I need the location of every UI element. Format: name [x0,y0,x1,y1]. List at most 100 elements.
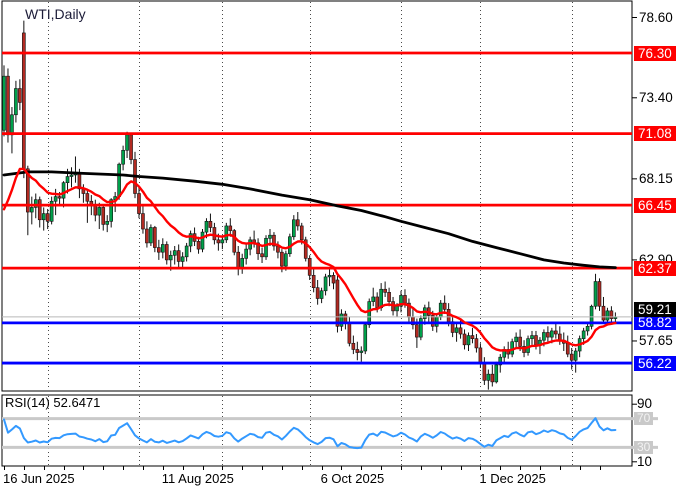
candle-body [403,295,406,303]
candle-body [495,365,498,382]
candle-body [546,332,549,337]
candle-body [316,288,319,299]
candle-body [328,275,331,277]
candle-body [574,351,577,360]
candle-body [296,220,299,226]
candle-body [205,221,208,232]
candle-body [185,246,188,257]
chart-window: WTI,Daily RSI(14) 52.6471 78.6073.4068.1… [0,0,700,500]
candle-body [213,227,216,239]
candle-body [268,235,271,238]
candle-body [360,351,363,353]
candle-body [602,306,605,320]
price-chart-canvas[interactable] [0,0,700,500]
current-price-label: 59.21 [634,302,676,317]
candle-body [487,374,490,380]
candle-body [320,291,323,299]
time-axis-date-label: 1 Dec 2025 [479,471,546,486]
candle-body [324,277,327,291]
candle-body [594,282,597,307]
candle-body [141,214,144,229]
candle-body [531,336,534,339]
candle-body [598,282,601,307]
candle-body [225,226,228,240]
candle-body [332,275,335,283]
candle-body [18,89,21,103]
candle-body [70,175,73,177]
candle-body [30,207,33,212]
candle-body [570,354,573,360]
resistance-level-label-66.45: 66.45 [634,198,676,213]
candle-body [475,339,478,348]
candle-body [10,115,13,135]
candle-body [515,337,518,342]
candle-body [42,214,45,220]
candle-body [471,336,474,339]
candle-body [209,221,212,227]
candle-body [161,244,164,252]
support-level-label-58.82: 58.82 [634,315,676,330]
candle-body [558,334,561,340]
candle-body [66,177,69,183]
candle-body [38,200,41,220]
price-axis-tick-label: 68.15 [639,171,673,187]
candle-body [3,76,6,130]
candle-body [356,349,359,352]
candle-body [606,311,609,320]
resistance-level-label-62.37: 62.37 [634,261,676,276]
candle-body [201,232,204,249]
candle-body [62,183,65,198]
candle-body [6,76,9,135]
candle-body [217,240,220,243]
price-axis-tick-label: 78.60 [639,10,673,26]
candle-body [527,339,530,353]
candle-body [554,331,557,334]
candle-body [54,197,57,202]
support-level-label-56.22: 56.22 [634,356,676,371]
candle-body [511,342,514,354]
candle-body [582,331,585,339]
candle-body [126,135,129,150]
candle-body [300,226,303,240]
candle-body [550,331,553,337]
rsi-line[interactable] [4,418,615,448]
candle-body [165,244,168,259]
candle-body [122,150,125,164]
candle-body [348,323,351,343]
rsi-level-label-70: 70 [634,412,653,425]
candle-body [340,314,343,326]
candle-body [58,197,61,199]
candle-body [336,280,339,326]
rsi-level-label-30: 30 [634,441,653,454]
candle-body [197,241,200,249]
candle-body [118,164,121,196]
candle-body [98,207,101,215]
time-axis-date-label: 6 Oct 2025 [321,471,385,486]
candle-body [153,227,156,247]
candle-body [237,252,240,269]
candle-body [459,328,462,334]
candle-body [284,254,287,266]
candle-body [463,334,466,345]
candle-body [280,252,283,266]
candle-body [483,363,486,380]
chart-symbol-title: WTI,Daily [25,6,86,22]
price-axis-tick-label: 57.65 [639,333,673,349]
price-axis-tick-label: 73.40 [639,90,673,106]
candle-body [372,297,375,302]
candle-body [312,275,315,287]
candle-body [534,336,537,345]
candle-body [566,343,569,354]
candle-body [479,348,482,363]
candle-body [364,325,367,351]
candle-body [177,251,180,262]
candle-body [233,231,236,253]
candle-body [384,289,387,292]
candle-body [376,297,379,308]
candle-body [137,194,140,214]
rsi-axis-tick-label-10: 10 [637,454,652,470]
candle-body [439,303,442,317]
candle-body [388,292,391,301]
candle-body [102,207,105,224]
candle-body [229,226,232,231]
